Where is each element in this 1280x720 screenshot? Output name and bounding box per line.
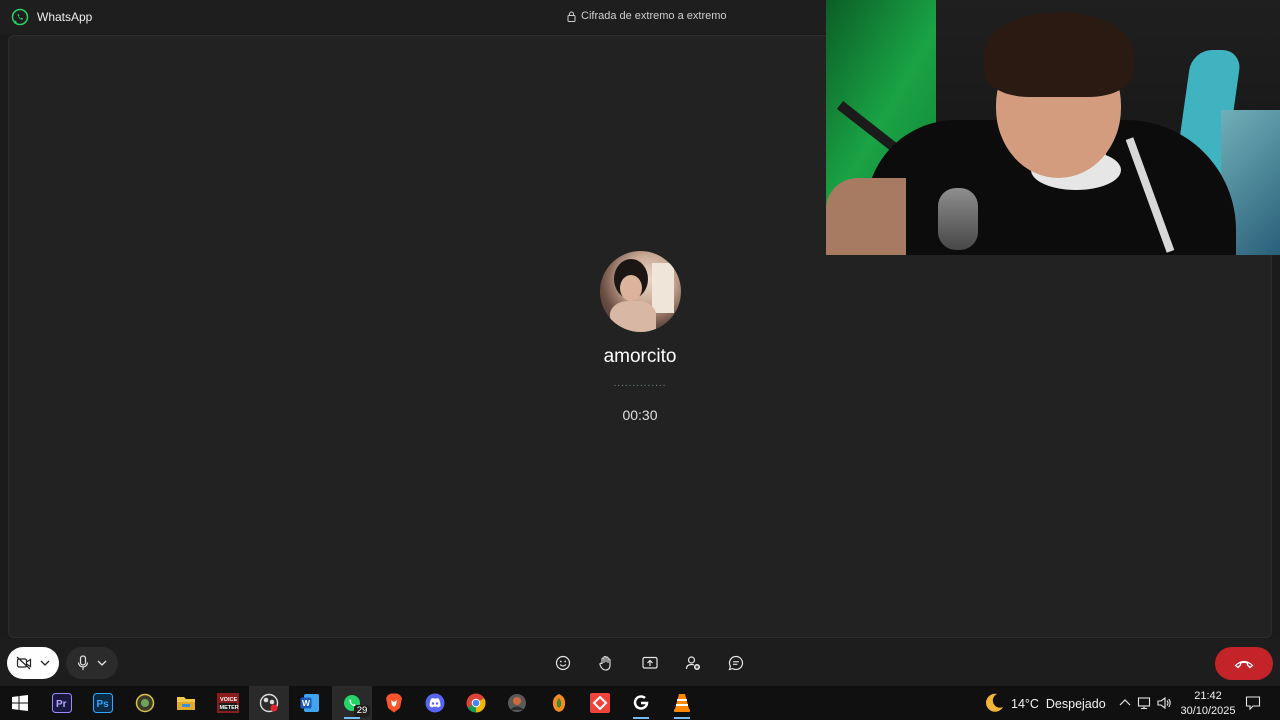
folder-icon [177, 697, 195, 710]
lock-icon [567, 11, 576, 22]
end-call-icon [1234, 660, 1254, 668]
chat-icon [728, 655, 744, 671]
notifications-icon[interactable] [1245, 695, 1261, 711]
whatsapp-active-indicator [344, 717, 360, 719]
logitech-active-indicator [633, 717, 649, 719]
camera-toggle-button[interactable] [7, 647, 59, 679]
taskbar-discord[interactable] [421, 689, 449, 717]
contact-name: amorcito [603, 346, 677, 367]
contact-avatar [600, 251, 681, 332]
vlc-active-indicator [674, 717, 690, 719]
share-screen-icon [642, 656, 658, 669]
whatsapp-logo-icon [11, 8, 29, 26]
network-icon[interactable] [1137, 695, 1153, 711]
taskbar-fl-studio[interactable] [545, 689, 573, 717]
taskbar-file-explorer[interactable] [172, 689, 200, 717]
svg-text:METER: METER [220, 705, 239, 711]
logitech-g-icon [633, 695, 649, 710]
system-clock[interactable]: 21:42 30/10/2025 [1172, 689, 1244, 719]
taskbar-app-avatar[interactable] [503, 689, 531, 717]
raise-hand-button[interactable] [596, 653, 616, 673]
globe-app-icon [135, 693, 155, 713]
taskbar-voicemeeter[interactable]: VOICE METER [214, 689, 242, 717]
vlc-icon [674, 694, 690, 712]
webcam-overlay [826, 0, 1280, 255]
word-icon: W [300, 694, 319, 712]
volume-icon[interactable] [1156, 695, 1172, 711]
clock-date: 30/10/2025 [1180, 705, 1236, 717]
weather-temperature: 14°C [1011, 697, 1039, 711]
emoji-reaction-button[interactable] [553, 653, 573, 673]
chrome-icon [466, 693, 486, 713]
svg-text:VOICE: VOICE [220, 697, 237, 703]
moon-weather-icon [986, 693, 1003, 712]
microphone-icon [77, 655, 89, 670]
taskbar-word[interactable]: W [296, 689, 324, 717]
chevron-down-icon[interactable] [97, 660, 107, 666]
taskbar-anydesk[interactable] [586, 689, 614, 717]
whatsapp-unread-badge: 29 [354, 705, 370, 717]
add-participant-icon [685, 656, 700, 670]
anydesk-icon [590, 693, 610, 713]
call-timer: 00:30 [622, 407, 658, 423]
raise-hand-icon [599, 655, 611, 671]
clock-time: 21:42 [1194, 690, 1222, 702]
photoshop-icon: Ps [93, 693, 113, 713]
encryption-text: Cifrada de extremo a extremo [581, 10, 727, 22]
taskbar-app-globe[interactable] [131, 689, 159, 717]
fl-studio-icon [552, 694, 566, 712]
taskbar-vlc[interactable] [668, 689, 696, 717]
taskbar-obs[interactable] [255, 689, 283, 717]
weather-description: Despejado [1045, 697, 1106, 711]
taskbar-chrome[interactable] [462, 689, 490, 717]
taskbar-premiere[interactable]: Pr [48, 689, 76, 717]
app-title: WhatsApp [37, 10, 93, 24]
svg-text:Pr: Pr [56, 699, 67, 710]
add-participant-button[interactable] [683, 653, 703, 673]
brave-browser-icon [386, 693, 402, 713]
weather-widget[interactable]: 14°C Despejado [1011, 697, 1106, 711]
obs-recording-icon [259, 693, 279, 713]
svg-text:Ps: Ps [97, 699, 110, 710]
taskbar-logitech-g[interactable] [627, 689, 655, 717]
voicemeeter-icon: VOICE METER [217, 693, 239, 713]
chevron-up-icon[interactable] [1117, 695, 1133, 711]
call-status-dots: .............. [613, 378, 667, 389]
camera-off-icon [16, 656, 32, 670]
chevron-down-icon[interactable] [40, 660, 50, 666]
emoji-reaction-icon [555, 655, 571, 671]
premiere-pro-icon: Pr [52, 693, 72, 713]
share-screen-button[interactable] [640, 653, 660, 673]
discord-icon [425, 693, 445, 713]
taskbar-brave[interactable] [380, 689, 408, 717]
taskbar-photoshop[interactable]: Ps [89, 689, 117, 717]
end-call-button[interactable] [1215, 647, 1273, 680]
windows-logo-icon [12, 695, 28, 711]
start-button[interactable] [6, 689, 34, 717]
encryption-notice: Cifrada de extremo a extremo [567, 10, 727, 22]
svg-text:W: W [302, 698, 311, 708]
chat-button[interactable] [726, 653, 746, 673]
game-launcher-icon [508, 694, 526, 712]
microphone-toggle-button[interactable] [66, 647, 118, 679]
